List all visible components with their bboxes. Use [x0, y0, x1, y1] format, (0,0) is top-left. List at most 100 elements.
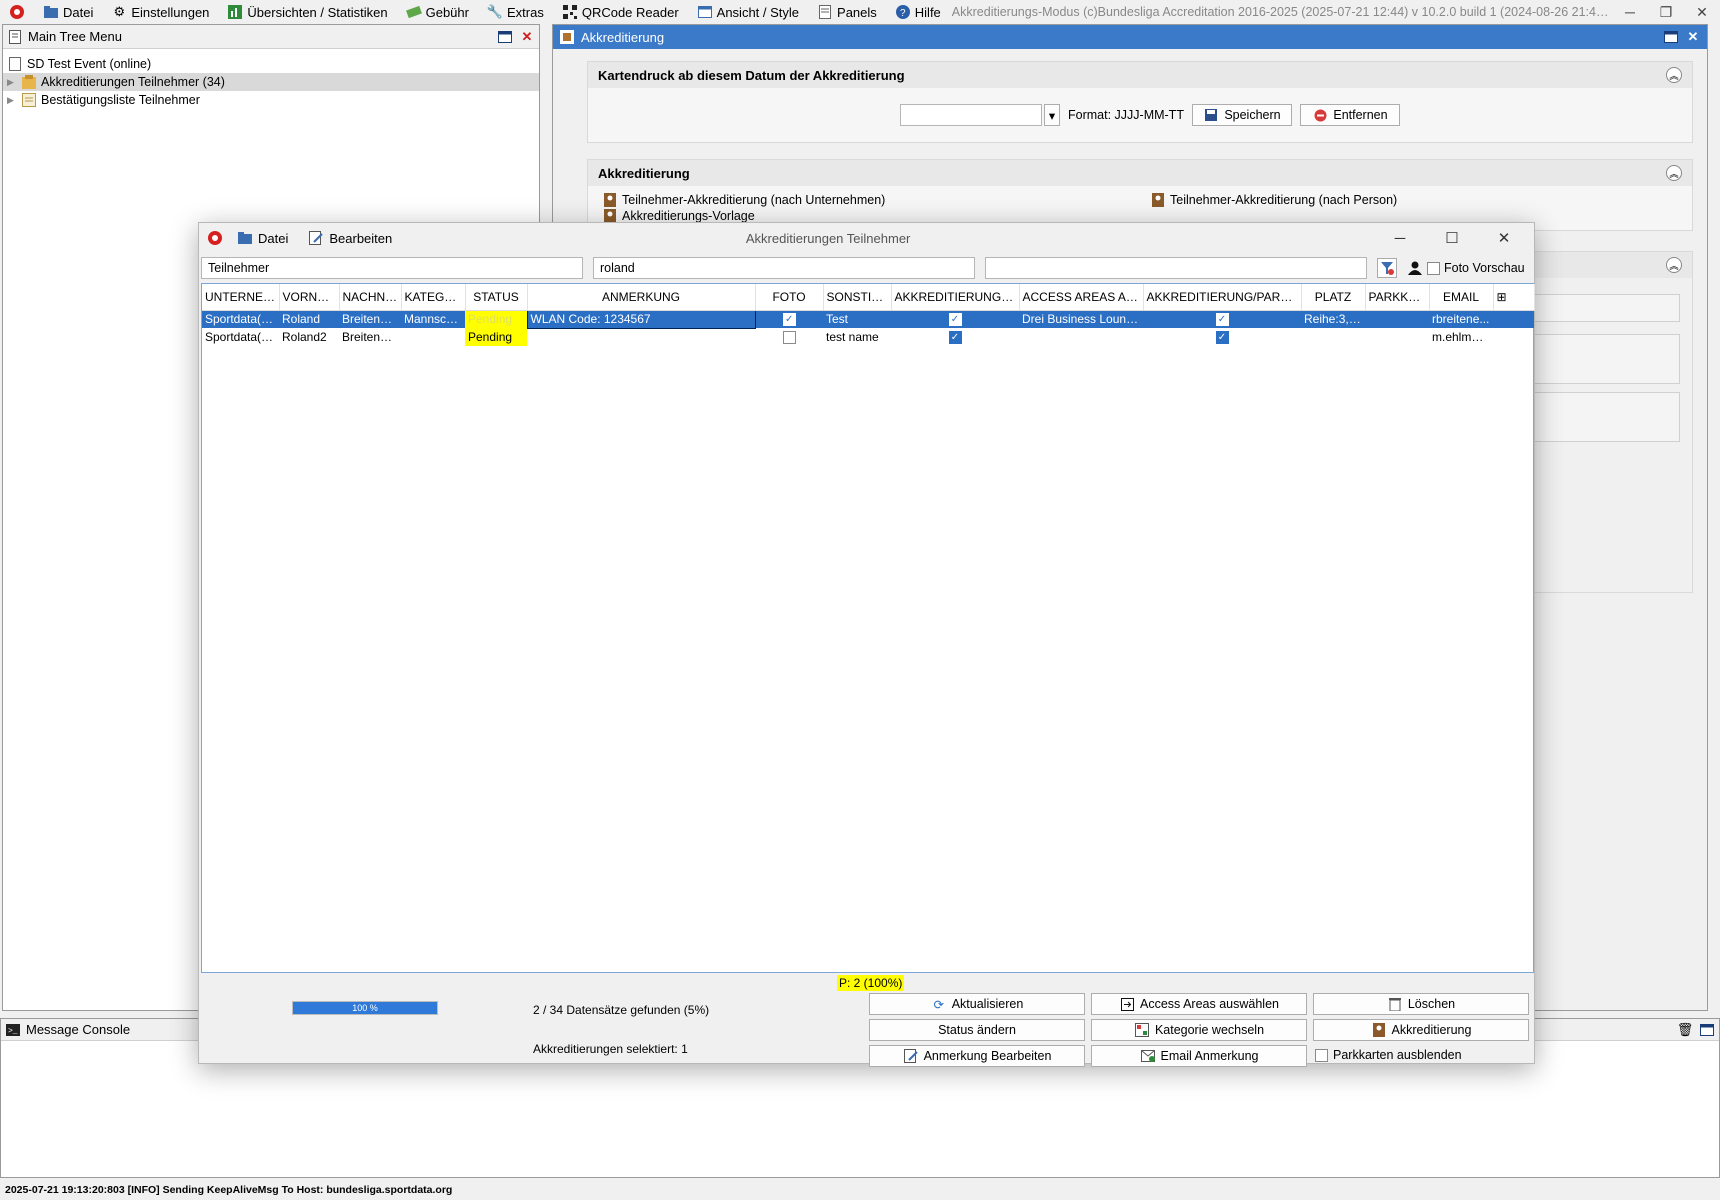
parkkarten-ausblenden-option[interactable]: Parkkarten ausblenden — [1315, 1048, 1462, 1062]
minimize-icon[interactable]: ─ — [1378, 230, 1422, 247]
cell-sonstiges[interactable]: Test — [823, 310, 891, 328]
close-panel-icon[interactable]: ✕ — [519, 29, 535, 45]
expand-icon[interactable]: ▶ — [7, 95, 17, 106]
close-icon[interactable]: ✕ — [1684, 4, 1720, 21]
dialog-menu-datei[interactable]: Datei — [231, 230, 294, 246]
menu-einstellungen[interactable]: ⚙ Einstellungen — [102, 0, 218, 24]
cell-status[interactable]: Pending — [465, 328, 527, 346]
cell-platz[interactable]: Reihe:3, P... — [1301, 310, 1365, 328]
cell-kategorie[interactable]: Mannsch... — [401, 310, 465, 328]
filter-search-field[interactable]: roland — [593, 257, 975, 279]
link-akk-unternehmen[interactable]: Teilnehmer-Akkreditierung (nach Unterneh… — [602, 192, 885, 208]
close-icon[interactable]: ✕ — [1482, 229, 1526, 247]
cell-email[interactable]: m.ehlmai... — [1429, 328, 1493, 346]
cell-foto[interactable] — [755, 328, 823, 346]
minimize-icon[interactable]: ─ — [1612, 4, 1648, 20]
foto-vorschau-checkbox[interactable] — [1427, 261, 1440, 275]
collapse-icon[interactable]: ︽ — [1666, 165, 1682, 181]
tree-item-bestaetigungsliste[interactable]: ▶ Bestätigungsliste Teilnehmer — [3, 91, 539, 109]
cell-foto[interactable]: ✓ — [755, 310, 823, 328]
akk-parkkarte-checkbox[interactable]: ✓ — [1215, 331, 1229, 345]
filter-type-field[interactable]: Teilnehmer — [201, 257, 583, 279]
column-header[interactable]: SONSTIGES — [823, 284, 892, 311]
status-aendern-button[interactable]: Status ändern — [869, 1019, 1085, 1041]
cell-status[interactable]: Pending — [465, 310, 527, 328]
cell-access-areas[interactable] — [1019, 328, 1143, 346]
table-row[interactable]: Sportdata(S... Roland Breiteneder Mannsc… — [202, 309, 1534, 329]
menu-extras[interactable]: 🔧 Extras — [478, 0, 553, 24]
column-header[interactable]: VORNAME — [279, 284, 340, 311]
close-panel-icon[interactable]: ✕ — [1685, 29, 1701, 45]
kategorie-wechseln-button[interactable]: Kategorie wechseln — [1091, 1019, 1307, 1041]
menu-gebuehr[interactable]: Gebühr — [397, 0, 478, 24]
table-row[interactable]: Sportdata(S... Roland2 Breitened... Pend… — [202, 328, 1534, 346]
trash-icon[interactable]: 🗑 — [1677, 1022, 1694, 1038]
cell-akk-druck[interactable]: ✓ — [891, 310, 1019, 328]
cell-email[interactable]: rbreitene... — [1429, 310, 1493, 328]
cell-access-areas[interactable]: Drei Business Loung... — [1019, 310, 1143, 328]
expand-icon[interactable]: ▶ — [7, 77, 17, 88]
menu-datei[interactable]: Datei — [34, 0, 102, 24]
parkkarten-ausblenden-checkbox[interactable] — [1315, 1048, 1328, 1062]
akk-druck-checkbox[interactable]: ✓ — [948, 331, 962, 345]
anmerkung-bearbeiten-button[interactable]: Anmerkung Bearbeiten — [869, 1045, 1085, 1067]
email-anmerkung-button[interactable]: Email Anmerkung — [1091, 1045, 1307, 1067]
dialog-menu-bearbeiten[interactable]: Bearbeiten — [302, 230, 398, 246]
column-header[interactable]: ACCESS AREAS AU... — [1019, 284, 1144, 311]
collapse-icon[interactable]: ︽ — [1666, 257, 1682, 273]
cell-platz[interactable] — [1301, 328, 1365, 346]
column-header[interactable]: STATUS — [465, 284, 528, 311]
cell-anmerkung[interactable] — [527, 328, 755, 346]
column-header[interactable]: EMAIL — [1429, 284, 1494, 311]
access-areas-button[interactable]: Access Areas auswählen — [1091, 993, 1307, 1015]
maximize-icon[interactable]: ☐ — [1430, 229, 1474, 247]
column-header[interactable]: AKKREDITIERUNG DR... — [891, 284, 1020, 311]
maximize-panel-icon[interactable] — [1663, 29, 1679, 45]
collapse-icon[interactable]: ︽ — [1666, 67, 1682, 83]
foto-checkbox[interactable]: ✓ — [782, 313, 796, 327]
column-header[interactable]: KATEGORIE — [401, 284, 466, 311]
column-header[interactable]: NACHNA... — [339, 284, 402, 311]
foto-checkbox[interactable] — [782, 331, 796, 345]
cell-unternehmen[interactable]: Sportdata(S... — [202, 310, 279, 328]
date-dropdown-button[interactable]: ▾ — [1044, 104, 1060, 126]
cell-parkkarte[interactable] — [1365, 310, 1429, 328]
cell-akk-druck[interactable]: ✓ — [891, 328, 1019, 346]
restore-icon[interactable]: ❐ — [1648, 4, 1684, 21]
cell-anmerkung[interactable]: WLAN Code: 1234567 — [526, 309, 756, 329]
aktualisieren-button[interactable]: ⟳ Aktualisieren — [869, 993, 1085, 1015]
akk-parkkarte-checkbox[interactable]: ✓ — [1215, 313, 1229, 327]
filter-clear-icon[interactable] — [1377, 258, 1397, 278]
column-header[interactable]: FOTO — [755, 284, 824, 311]
kartendruck-date-input[interactable] — [900, 104, 1042, 126]
menu-panels[interactable]: Panels — [808, 0, 886, 24]
cell-kategorie[interactable] — [401, 328, 465, 346]
menu-uebersichten[interactable]: Übersichten / Statistiken — [218, 0, 396, 24]
tree-item-akkreditierungen[interactable]: ▶ Akkreditierungen Teilnehmer (34) — [3, 73, 539, 91]
loeschen-button[interactable]: Löschen — [1313, 993, 1529, 1015]
menu-hilfe[interactable]: ? Hilfe — [886, 0, 950, 24]
cell-nachname[interactable]: Breiteneder — [339, 310, 401, 328]
cell-akk-parkkarte[interactable]: ✓ — [1143, 328, 1301, 346]
cell-vorname[interactable]: Roland — [279, 310, 339, 328]
column-header[interactable]: AKKREDITIERUNG/PARKKA... — [1143, 284, 1302, 311]
maximize-panel-icon[interactable] — [497, 29, 513, 45]
maximize-panel-icon[interactable] — [1699, 1022, 1715, 1038]
column-header[interactable]: UNTERNEH... — [202, 284, 280, 311]
cell-vorname[interactable]: Roland2 — [279, 328, 339, 346]
column-header[interactable]: PLATZ — [1301, 284, 1366, 311]
column-chooser-icon[interactable]: ⊞ — [1493, 284, 1535, 311]
menu-ansicht-style[interactable]: Ansicht / Style — [688, 0, 808, 24]
column-header[interactable]: ANMERKUNG — [527, 284, 756, 311]
entfernen-button[interactable]: Entfernen — [1299, 104, 1400, 126]
link-akk-person[interactable]: Teilnehmer-Akkreditierung (nach Person) — [1150, 192, 1397, 208]
akk-druck-checkbox[interactable]: ✓ — [948, 313, 962, 327]
cell-nachname[interactable]: Breitened... — [339, 328, 401, 346]
filter-extra-field[interactable] — [985, 257, 1367, 279]
akkreditierung-button[interactable]: Akkreditierung — [1313, 1019, 1529, 1041]
column-header[interactable]: PARKKA... — [1365, 284, 1430, 311]
menu-qrcode-reader[interactable]: QRCode Reader — [553, 0, 688, 24]
tree-item-event[interactable]: SD Test Event (online) — [3, 55, 539, 73]
cell-akk-parkkarte[interactable]: ✓ — [1143, 310, 1301, 328]
cell-parkkarte[interactable] — [1365, 328, 1429, 346]
